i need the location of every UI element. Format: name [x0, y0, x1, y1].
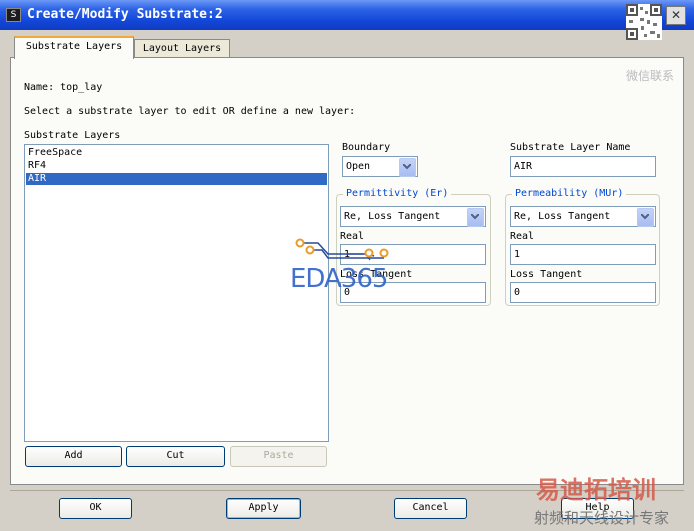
list-item-selected[interactable]: AIR — [26, 173, 327, 185]
permeability-mode-value: Re, Loss Tangent — [514, 211, 611, 222]
permittivity-title: Permittivity (Er) — [343, 188, 452, 199]
ok-button[interactable]: OK — [59, 498, 132, 519]
tab-layout-layers[interactable]: Layout Layers — [134, 39, 230, 59]
cn-brand-watermark: 易迪拓培训 — [536, 476, 656, 504]
permeability-real-label: Real — [510, 231, 535, 242]
permeability-title: Permeability (MUr) — [512, 188, 627, 199]
chevron-down-icon[interactable] — [637, 208, 654, 227]
permeability-real-field[interactable]: 1 — [510, 244, 656, 265]
eda365-logo-watermark: EDA365 — [288, 234, 408, 296]
list-item[interactable]: RF4 — [26, 160, 327, 172]
boundary-select[interactable]: Open — [342, 156, 418, 177]
cut-button[interactable]: Cut — [126, 446, 225, 467]
permeability-mode-select[interactable]: Re, Loss Tangent — [510, 206, 656, 227]
close-button[interactable]: ✕ — [666, 6, 686, 25]
chevron-down-icon[interactable] — [399, 158, 416, 177]
permeability-loss-label: Loss Tangent — [510, 269, 583, 280]
permeability-loss-field[interactable]: 0 — [510, 282, 656, 303]
tab-substrate-layers[interactable]: Substrate Layers — [14, 36, 134, 59]
permittivity-mode-value: Re, Loss Tangent — [344, 211, 441, 222]
eda365-logo-text: EDA365 — [290, 264, 388, 294]
cn-tagline-watermark: 射频和天线设计专家 — [534, 509, 670, 527]
paste-button: Paste — [230, 446, 327, 467]
qr-code-watermark — [626, 4, 662, 40]
app-icon: S — [6, 8, 21, 22]
wechat-caption: 微信联系 — [626, 69, 675, 83]
window-title: Create/Modify Substrate:2 — [27, 7, 223, 22]
permittivity-mode-select[interactable]: Re, Loss Tangent — [340, 206, 486, 227]
add-button[interactable]: Add — [25, 446, 122, 467]
layer-name-label: Substrate Layer Name — [510, 142, 631, 153]
layout-name-line: Name: top_lay — [24, 82, 103, 93]
substrate-layers-label: Substrate Layers — [24, 130, 121, 141]
layer-name-field[interactable]: AIR — [510, 156, 656, 177]
boundary-label: Boundary — [342, 142, 391, 153]
instruction-text: Select a substrate layer to edit OR defi… — [24, 106, 356, 117]
chevron-down-icon[interactable] — [467, 208, 484, 227]
substrate-layers-list[interactable]: FreeSpace RF4 AIR — [24, 144, 329, 442]
cancel-button[interactable]: Cancel — [394, 498, 467, 519]
apply-button[interactable]: Apply — [226, 498, 301, 519]
boundary-value: Open — [346, 161, 371, 172]
list-item[interactable]: FreeSpace — [26, 147, 327, 159]
